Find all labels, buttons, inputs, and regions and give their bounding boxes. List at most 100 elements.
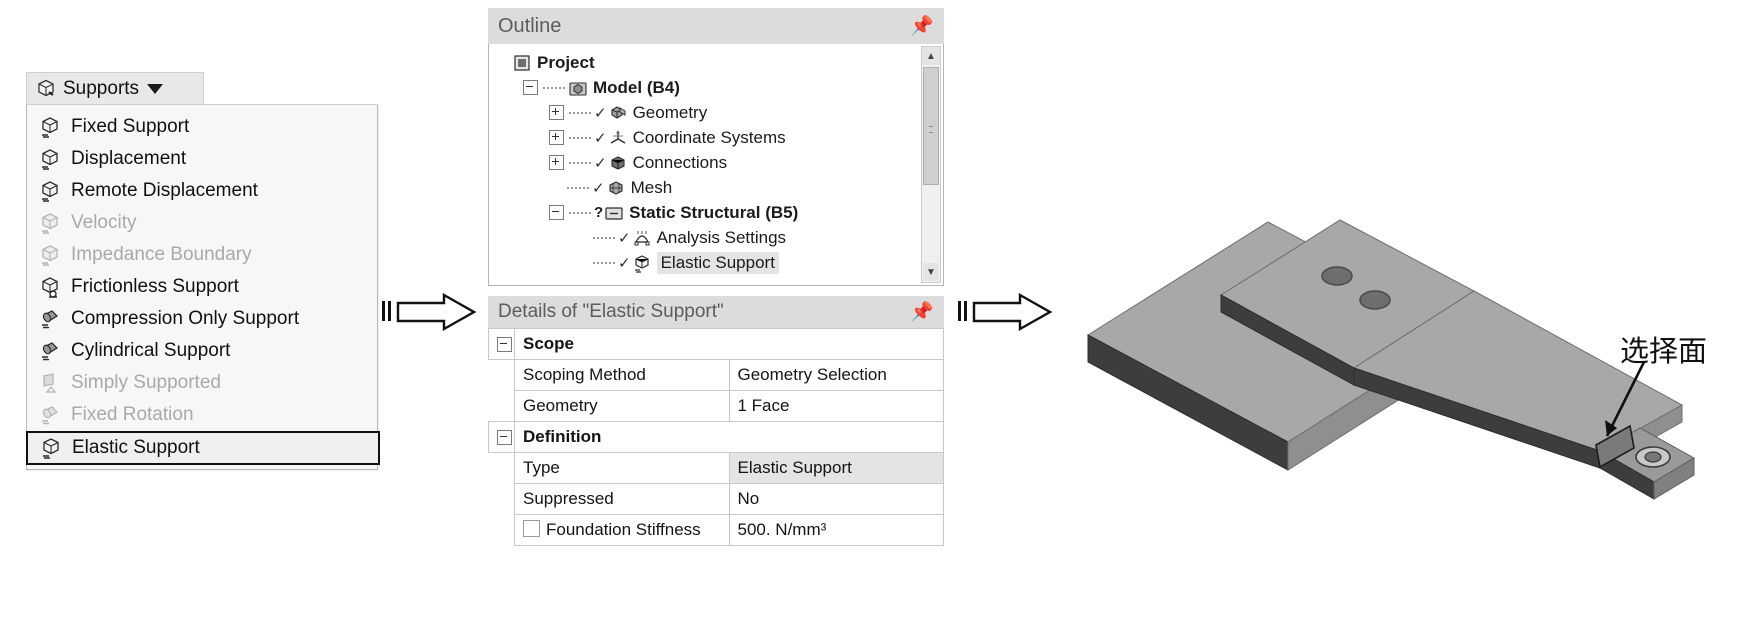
outline-panel-header: Outline 📌 [488,8,944,44]
tree-item-elastic-support[interactable]: ✓ Elastic Support [497,250,943,275]
menu-item-label: Fixed Support [71,116,189,138]
expand-icon[interactable] [549,130,564,145]
elastic-support-icon [632,253,652,273]
row-gutter [489,515,515,546]
tree-item-label: Analysis Settings [657,228,786,248]
menu-item-cylindrical-support[interactable]: Cylindrical Support [27,335,377,367]
check-icon: ✓ [618,254,631,272]
menu-item-velocity: Velocity [27,207,377,239]
details-value[interactable]: Elastic Support [729,453,944,484]
scrollbar-thumb[interactable] [923,67,939,185]
tree-item-label: Static Structural (B5) [629,203,798,223]
menu-item-label: Simply Supported [71,372,221,394]
model-viewport[interactable]: 选择面 [1040,150,1751,570]
arrow-tail-bars [958,301,970,326]
tree-item-connections[interactable]: ✓Connections [497,150,943,175]
details-key: Foundation Stiffness [515,515,730,546]
group-label: Scope [515,329,944,360]
collapse-icon[interactable] [549,205,564,220]
cube-frictionless-icon [39,276,61,298]
details-title: Details of "Elastic Support" [498,301,724,323]
details-key: Geometry [515,391,730,422]
tree-item-label: Connections [633,153,728,173]
tree-item-mesh[interactable]: ✓ Mesh [497,175,943,200]
collapse-icon[interactable] [523,80,538,95]
menu-item-frictionless-support[interactable]: Frictionless Support [27,271,377,303]
check-icon: ✓ [618,229,631,247]
details-row: SuppressedNo [489,484,944,515]
menu-item-fixed-support[interactable]: Fixed Support [27,111,377,143]
scroll-down-icon[interactable]: ▼ [923,263,939,281]
menu-item-impedance-boundary: Impedance Boundary [27,239,377,271]
supports-menu-list[interactable]: Fixed Support Displacement Remote Displace… [26,104,378,470]
menu-item-label: Elastic Support [72,437,200,459]
outline-scrollbar[interactable]: ▲ ▼ [921,46,941,283]
cube-fixed-icon [39,116,61,138]
cube-remote-icon [39,180,61,202]
tree-item-project[interactable]: Project [497,50,943,75]
check-icon: ✓ [594,129,607,147]
menu-item-remote-displacement[interactable]: Remote Displacement [27,175,377,207]
details-group-row: Scope [489,329,944,360]
details-value[interactable]: No [729,484,944,515]
row-gutter [489,453,515,484]
row-gutter [489,391,515,422]
mesh-icon [606,178,626,198]
scroll-up-icon[interactable]: ▲ [922,47,940,65]
tree-item-label: Coordinate Systems [633,128,786,148]
expand-icon[interactable] [549,105,564,120]
support-cube-icon [35,78,57,100]
pin-icon[interactable]: 📌 [910,14,934,38]
cube-velocity-icon [39,212,61,234]
details-row: Foundation Stiffness 500. N/mm³ [489,515,944,546]
menu-item-label: Compression Only Support [71,308,299,330]
tree-connector-line [569,137,591,139]
project-icon [512,53,532,73]
tree-item-geometry[interactable]: ✓ Geometry [497,100,943,125]
tree-item-label: Geometry [633,103,708,123]
tree-connector-line [593,262,615,264]
expand-icon[interactable] [549,155,564,170]
details-key: Type [515,453,730,484]
details-value[interactable]: 500. N/mm³ [729,515,944,546]
group-collapse-toggle[interactable] [489,329,515,360]
tree-item-model-b4[interactable]: Model (B4) [497,75,943,100]
pin-icon[interactable]: 📌 [910,300,934,324]
cube-impedance-icon [39,244,61,266]
details-key-label: Foundation Stiffness [546,520,701,539]
tree-connector-line [569,212,591,214]
right-arrow-icon [382,292,482,334]
menu-item-compression-only-support[interactable]: Compression Only Support [27,303,377,335]
tree-item-label: Model (B4) [593,78,680,98]
tree-connector-line [569,112,591,114]
connector-arrow-left [382,292,482,334]
cylinder-cylindrical-icon [39,340,61,362]
menu-item-elastic-support[interactable]: Elastic Support [26,431,380,465]
check-icon: ✓ [594,104,607,122]
outline-tree-container[interactable]: Project Model (B4) ✓ Geometry ✓ Coordinate Sy… [488,44,944,286]
details-row: Geometry1 Face [489,391,944,422]
row-gutter [489,360,515,391]
folder-minus-icon [604,203,624,223]
tree-item-label: Elastic Support [657,252,779,274]
foundation-stiffness-checkbox[interactable] [523,520,540,537]
details-value[interactable]: 1 Face [729,391,944,422]
menu-item-label: Displacement [71,148,186,170]
supports-button[interactable]: Supports [26,72,204,104]
menu-item-displacement[interactable]: Displacement [27,143,377,175]
tree-connector-line [567,187,589,189]
tree-item-analysis-settings[interactable]: ✓ Analysis Settings [497,225,943,250]
group-collapse-toggle[interactable] [489,422,515,453]
arrow-tail-bars [382,301,394,326]
check-icon: ✓ [592,179,605,197]
row-gutter [489,484,515,515]
tree-item-coordinate-systems[interactable]: ✓ Coordinate Systems [497,125,943,150]
tree-item-label: Mesh [631,178,673,198]
tree-item-static-structural-b5[interactable]: ?Static Structural (B5) [497,200,943,225]
menu-item-label: Velocity [71,212,136,234]
connections-icon [608,153,628,173]
details-key: Suppressed [515,484,730,515]
supports-dropdown[interactable]: Supports Fixed Support Displacement Remote… [26,72,378,470]
details-value[interactable]: Geometry Selection [729,360,944,391]
chevron-down-icon[interactable] [147,84,163,94]
